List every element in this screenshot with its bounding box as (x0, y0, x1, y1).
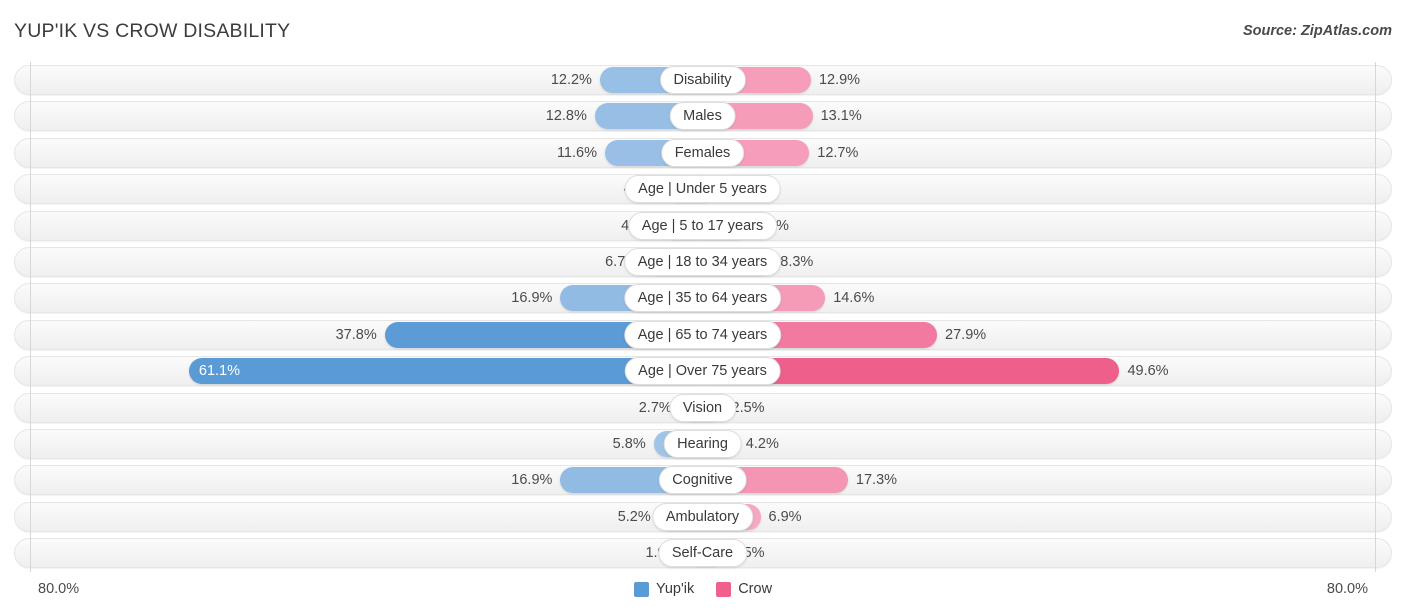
value-label-right: 12.9% (818, 72, 861, 88)
legend-swatch-icon (716, 581, 732, 597)
value-label-right: 14.6% (833, 290, 875, 307)
source-attribution: Source: ZipAtlas.com (1242, 23, 1392, 39)
legend-label: Yup'ik (655, 581, 695, 597)
value-label-left: 61.1% (198, 363, 240, 380)
chart-row: 12.2% 12.9% Disability (0, 62, 1406, 98)
value-label-right: 4.2% (745, 435, 779, 452)
chart-row: 16.9% 14.6% Age | 35 to 64 years (0, 280, 1406, 316)
value-label-right: 2.5% (731, 399, 765, 416)
chart-row: 1.9%2.5%Self-Care (0, 535, 1406, 571)
value-label-left: 37.8% (335, 326, 377, 343)
chart-row: 5.8% 4.2% Hearing (0, 426, 1406, 462)
row-bars: 37.8% 27.9% Age | 65 to 74 years (0, 320, 1406, 350)
row-bars: 1.9%2.5%Self-Care (0, 538, 1406, 568)
value-label-left: 5.2% (617, 508, 651, 525)
row-label-pill[interactable]: Age | 5 to 17 years (627, 211, 778, 240)
legend-swatch-icon (633, 581, 649, 597)
chart-footer: 80.0% 80.0% Yup'ik Crow (0, 572, 1406, 612)
row-label-pill[interactable]: Hearing (663, 429, 742, 458)
chart-row: 11.6% 12.7% Females (0, 135, 1406, 171)
value-label-right: 27.9% (945, 326, 987, 343)
page-title: YUP'IK VS CROW DISABILITY (14, 20, 291, 42)
value-label-left: 2.7% (638, 399, 672, 416)
chart-header: YUP'IK VS CROW DISABILITY Source: ZipAtl… (0, 0, 1406, 62)
row-bars: 4.8%5.4%Age | 5 to 17 years (0, 211, 1406, 241)
row-label-pill[interactable]: Age | 18 to 34 years (623, 247, 782, 276)
value-label-left: 5.8% (612, 435, 646, 452)
row-bars: 12.8% 13.1% Males (0, 101, 1406, 131)
chart-row: 6.7% 8.3% Age | 18 to 34 years (0, 244, 1406, 280)
chart-row: 2.7% 2.5% Vision (0, 390, 1406, 426)
row-label-pill[interactable]: Age | Under 5 years (624, 175, 781, 204)
value-label-right: 12.7% (817, 144, 859, 161)
chart-row: 61.1% 49.6% Age | Over 75 years (0, 353, 1406, 389)
chart-row: 4.8%5.4%Age | 5 to 17 years (0, 208, 1406, 244)
row-bars: 16.9% 14.6% Age | 35 to 64 years (0, 283, 1406, 313)
chart-page: YUP'IK VS CROW DISABILITY Source: ZipAtl… (0, 0, 1406, 612)
row-label-pill[interactable]: Age | 35 to 64 years (623, 284, 782, 313)
chart-row: 16.9% 17.3% Cognitive (0, 462, 1406, 498)
plot-area: 12.2% 12.9% Disability 12.8% 13.1% Males 11.6%… (0, 62, 1406, 572)
axis-line-right (1375, 62, 1376, 572)
row-bars: 6.7% 8.3% Age | 18 to 34 years (0, 247, 1406, 277)
row-bars: 5.2% 6.9% Ambulatory (0, 502, 1406, 532)
value-label-left: 12.2% (550, 72, 592, 88)
row-label-pill[interactable]: Disability (659, 66, 746, 94)
chart-row: 12.8% 13.1% Males (0, 98, 1406, 134)
row-bars: 4.5%1.2%Age | Under 5 years (0, 174, 1406, 204)
row-bars: 12.2% 12.9% Disability (0, 65, 1406, 95)
row-bars: 16.9% 17.3% Cognitive (0, 465, 1406, 495)
row-label-pill[interactable]: Males (669, 102, 736, 131)
value-label-right: 17.3% (855, 472, 898, 489)
row-label-pill[interactable]: Vision (668, 393, 737, 422)
chart-row: 4.5%1.2%Age | Under 5 years (0, 171, 1406, 207)
value-label-left: 11.6% (556, 144, 597, 161)
legend-label: Crow (738, 581, 773, 597)
chart-row: 37.8% 27.9% Age | 65 to 74 years (0, 317, 1406, 353)
value-label-left: 16.9% (511, 472, 553, 489)
legend-item[interactable]: Yup'ik (633, 581, 695, 597)
row-label-pill[interactable]: Ambulatory (651, 502, 754, 531)
row-bars: 5.8% 4.2% Hearing (0, 429, 1406, 459)
row-bars: 2.7% 2.5% Vision (0, 393, 1406, 423)
row-label-pill[interactable]: Females (660, 138, 745, 167)
legend: Yup'ik Crow (0, 581, 1406, 597)
value-label-left: 12.8% (545, 108, 587, 125)
row-bars: 11.6% 12.7% Females (0, 138, 1406, 168)
value-label-right: 13.1% (820, 108, 862, 125)
value-label-right: 49.6% (1127, 363, 1169, 380)
chart-row: 5.2% 6.9% Ambulatory (0, 499, 1406, 535)
value-label-right: 8.3% (780, 253, 814, 270)
legend-item[interactable]: Crow (716, 581, 772, 597)
axis-line-left (30, 62, 31, 572)
value-label-left: 16.9% (511, 290, 553, 307)
row-label-pill[interactable]: Cognitive (658, 466, 747, 495)
value-label-right: 6.9% (768, 508, 802, 525)
bar-rows: 12.2% 12.9% Disability 12.8% 13.1% Males 11.6%… (0, 62, 1406, 571)
row-label-pill[interactable]: Self-Care (657, 539, 748, 568)
row-label-pill[interactable]: Age | 65 to 74 years (623, 320, 782, 349)
row-label-pill[interactable]: Age | Over 75 years (624, 357, 781, 386)
row-bars: 61.1% 49.6% Age | Over 75 years (0, 356, 1406, 386)
